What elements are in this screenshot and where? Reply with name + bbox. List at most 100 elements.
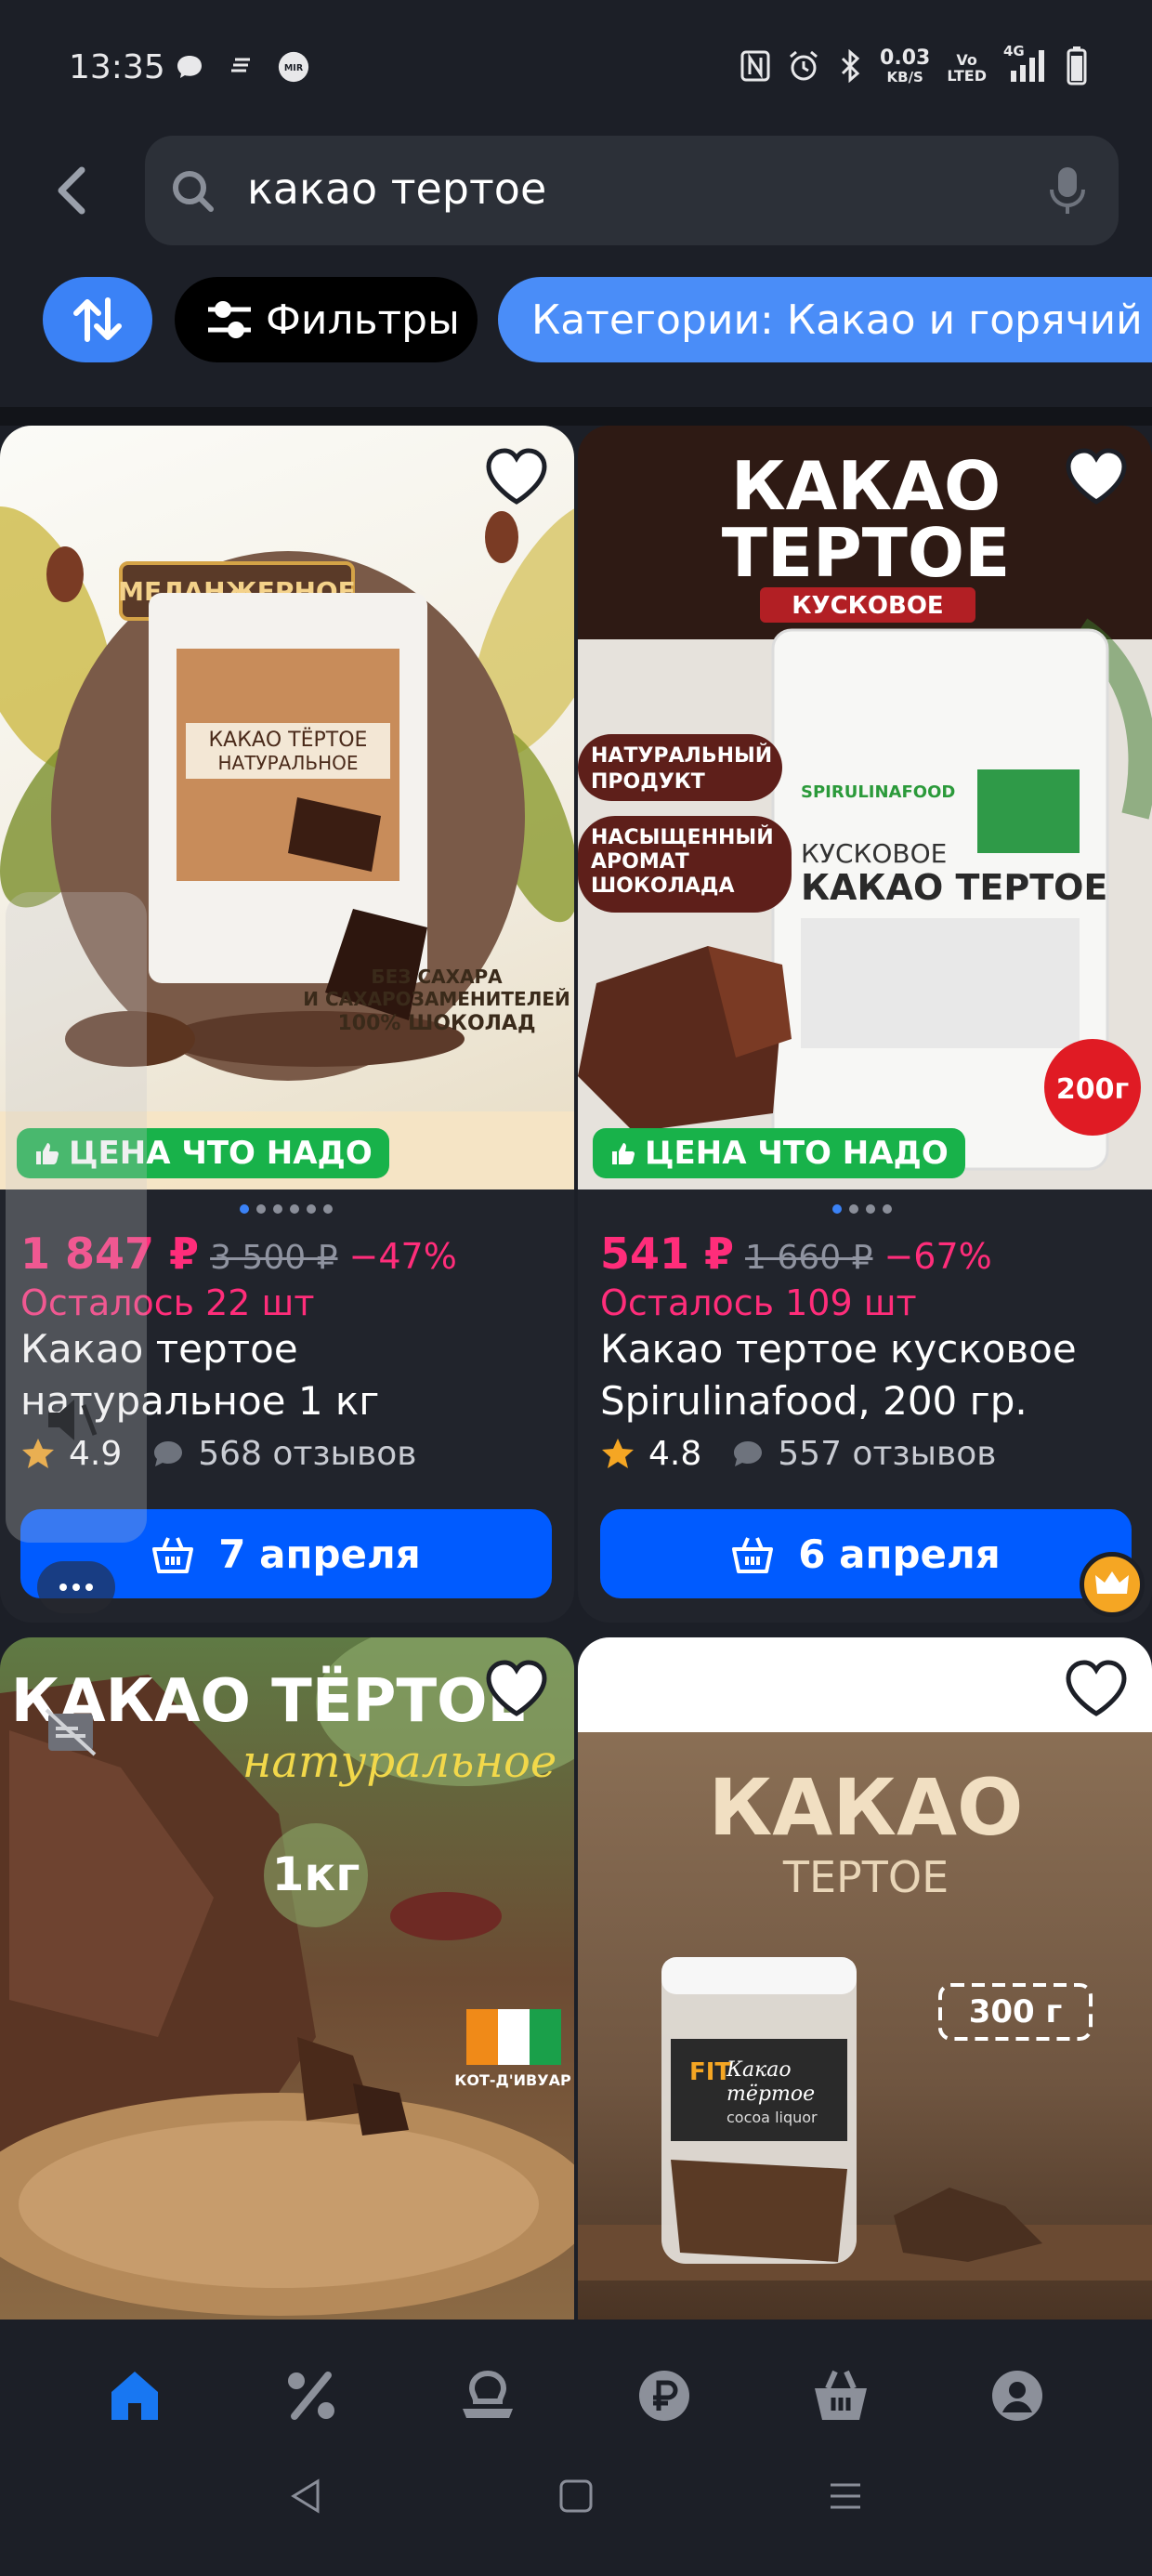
- percent-icon: [288, 2372, 334, 2420]
- svg-text:200г: 200г: [1056, 1073, 1129, 1106]
- reviews-count: 557 отзывов: [778, 1435, 997, 1473]
- discount: −47%: [348, 1236, 457, 1277]
- product-card[interactable]: КАКАО ТЕРТОЕ КУСКОВОЕ SPIRULINAFOOD КУСК…: [578, 426, 1152, 1623]
- net-speed: 0.03 KB/S: [880, 46, 931, 86]
- svg-text:НАСЫЩЕННЫЙ: НАСЫЩЕННЫЙ: [591, 825, 774, 849]
- sort-arrows-icon: [73, 297, 122, 342]
- svg-text:ШОКОЛАДА: ШОКОЛАДА: [591, 874, 734, 898]
- search-input[interactable]: какао тертое: [145, 136, 1119, 245]
- bluetooth-icon: [837, 48, 863, 86]
- svg-text:АРОМАТ: АРОМАТ: [591, 850, 689, 874]
- heart-icon[interactable]: [1063, 1658, 1130, 1719]
- svg-text:cocoa liquor: cocoa liquor: [727, 2109, 818, 2126]
- heart-icon[interactable]: [483, 446, 550, 507]
- svg-text:КУСКОВОЕ: КУСКОВОЕ: [801, 838, 947, 869]
- old-price: 1 660 ₽: [745, 1239, 873, 1277]
- filter-chips: Фильтры Категории: Какао и горячий ш: [0, 275, 1152, 368]
- product-title[interactable]: Какао тертое кусковое Spirulinafood, 200…: [600, 1323, 1077, 1427]
- thumbs-up-icon: [612, 1143, 635, 1164]
- bottom-navigation: [0, 2320, 1152, 2576]
- premium-crown-icon: [1080, 1552, 1145, 1617]
- product-card[interactable]: КАКАО ТЕРТОЕ FIT Какао тёртое cocoa liqu…: [578, 1637, 1152, 2320]
- battery-icon: [1067, 46, 1087, 89]
- category-chip[interactable]: Категории: Какао и горячий ш: [498, 277, 1152, 362]
- svg-text:100% ШОКОЛАД: 100% ШОКОЛАД: [337, 1012, 535, 1035]
- system-recents-icon[interactable]: [827, 2477, 864, 2515]
- nav-cart[interactable]: [799, 2359, 883, 2433]
- comment-icon: [734, 1440, 763, 1466]
- price-badge: ЦЕНА ЧТО НАДО: [593, 1128, 965, 1178]
- discount: −67%: [884, 1236, 992, 1277]
- search-icon: [173, 171, 214, 212]
- system-navigation: [0, 2477, 1152, 2515]
- alarm-icon: [787, 49, 820, 86]
- heart-icon[interactable]: [483, 1658, 550, 1719]
- cart-icon: [815, 2370, 867, 2420]
- image-dots: [832, 1204, 892, 1214]
- svg-text:ПРОДУКТ: ПРОДУКТ: [591, 770, 705, 794]
- delivery-button[interactable]: 6 апреля: [600, 1509, 1132, 1598]
- svg-text:натуральное: натуральное: [242, 1736, 557, 1788]
- basket-icon: [152, 1537, 194, 1573]
- rating-value: 4.8: [648, 1435, 702, 1473]
- svg-text:БЕЗ САХАРА: БЕЗ САХАРА: [371, 966, 503, 988]
- status-bar: 13:35 MIR 0.03 KB/S Vo LTED 4G: [0, 0, 1152, 130]
- volte-indicator: Vo LTED: [947, 51, 987, 85]
- svg-text:КАКАО ТЁРТОЕ: КАКАО ТЁРТОЕ: [209, 728, 368, 752]
- svg-text:НАТУРАЛЬНОЕ: НАТУРАЛЬНОЕ: [217, 752, 358, 774]
- svg-text:ТЕРТОЕ: ТЕРТОЕ: [722, 514, 1011, 592]
- fresh-icon: [463, 2370, 513, 2418]
- delivery-date: 7 апреля: [218, 1531, 421, 1577]
- rating-row: 4.8 557 отзывов: [600, 1435, 996, 1473]
- ruble-icon: [639, 2371, 689, 2421]
- image-dots: [240, 1204, 333, 1214]
- captions-off-icon[interactable]: [43, 1706, 98, 1762]
- filters-button[interactable]: Фильтры: [175, 277, 478, 362]
- nfc-icon: [740, 50, 770, 85]
- old-price: 3 500 ₽: [210, 1239, 338, 1277]
- section-divider: [0, 407, 1152, 426]
- back-button[interactable]: [54, 158, 100, 223]
- filters-label: Фильтры: [266, 296, 460, 344]
- chevron-left-icon: [58, 166, 85, 215]
- svg-text:300 г: 300 г: [969, 1993, 1063, 2031]
- nav-home[interactable]: [93, 2359, 177, 2433]
- system-home-icon[interactable]: [557, 2477, 595, 2515]
- product-image[interactable]: КАКАО ТЕРТОЕ КУСКОВОЕ SPIRULINAFOOD КУСК…: [578, 426, 1152, 1189]
- nav-profile[interactable]: [975, 2359, 1059, 2433]
- basket-icon: [732, 1537, 774, 1573]
- svg-text:тёртое: тёртое: [727, 2083, 815, 2106]
- svg-text:НАТУРАЛЬНЫЙ: НАТУРАЛЬНЫЙ: [591, 743, 772, 768]
- home-icon: [111, 2372, 158, 2420]
- svg-text:FIT: FIT: [689, 2058, 731, 2086]
- svg-text:КАКАО: КАКАО: [709, 1762, 1024, 1853]
- svg-text:КАКАО ТЕРТОЕ: КАКАО ТЕРТОЕ: [801, 867, 1107, 908]
- more-options-icon[interactable]: [37, 1561, 115, 1613]
- star-icon: [602, 1438, 634, 1468]
- search-query[interactable]: какао тертое: [247, 164, 546, 214]
- volume-icon[interactable]: [43, 1394, 98, 1450]
- category-label: Категории: Какао и горячий ш: [531, 296, 1152, 344]
- notes-icon: [225, 50, 258, 84]
- floating-side-panel[interactable]: [6, 892, 147, 1756]
- status-time: 13:35: [69, 48, 165, 86]
- svg-text:1кг: 1кг: [272, 1847, 360, 1901]
- sort-button[interactable]: [43, 277, 152, 362]
- profile-icon: [992, 2371, 1042, 2421]
- mir-icon: MIR: [277, 50, 310, 84]
- product-image[interactable]: КАКАО ТЕРТОЕ FIT Какао тёртое cocoa liqu…: [578, 1732, 1152, 2320]
- svg-text:SPIRULINAFOOD: SPIRULINAFOOD: [801, 782, 955, 802]
- heart-icon[interactable]: [1063, 446, 1130, 507]
- svg-text:И САХАРОЗАМЕНИТЕЛЕЙ: И САХАРОЗАМЕНИТЕЛЕЙ: [303, 988, 569, 1010]
- signal-icon: 4G: [1003, 43, 1050, 87]
- nav-fresh[interactable]: [446, 2359, 530, 2433]
- microphone-icon[interactable]: [1044, 164, 1091, 217]
- nav-finance[interactable]: [622, 2359, 706, 2433]
- svg-text:ТЕРТОЕ: ТЕРТОЕ: [782, 1852, 949, 1902]
- current-price: 541 ₽: [600, 1229, 735, 1279]
- filter-sliders-icon: [208, 301, 251, 338]
- system-back-icon[interactable]: [288, 2477, 325, 2515]
- nav-discounts[interactable]: [269, 2359, 353, 2433]
- comment-icon: [154, 1440, 183, 1466]
- svg-text:КУСКОВОЕ: КУСКОВОЕ: [792, 592, 943, 620]
